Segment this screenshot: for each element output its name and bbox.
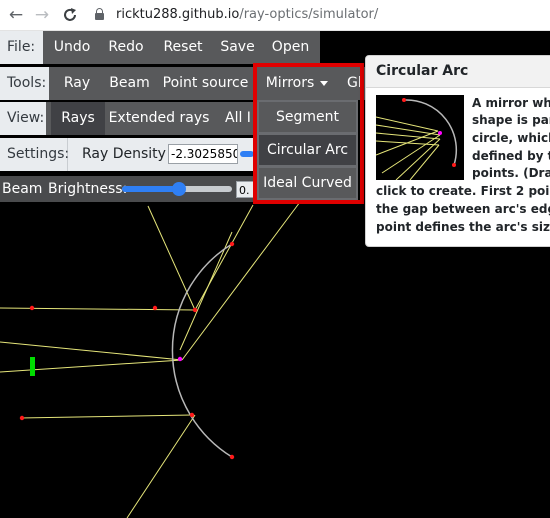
ray-line bbox=[0, 307, 196, 311]
point-source-tool-button[interactable]: Point source bbox=[157, 67, 254, 100]
reset-button[interactable]: Reset bbox=[152, 31, 214, 64]
circular-arc-preview-image bbox=[376, 95, 464, 180]
tooltip-text-line-5: points. (Drag bbox=[472, 166, 550, 180]
reload-arrow-icon bbox=[64, 8, 76, 21]
arc-midpoint-handle bbox=[177, 356, 183, 362]
tooltip-text-line-4: defined by thr bbox=[472, 149, 550, 163]
beam-tool-button[interactable]: Beam bbox=[102, 67, 157, 100]
view-row-label: View: bbox=[0, 102, 46, 135]
ray-density-input[interactable]: -2.3025850 bbox=[168, 144, 238, 164]
forward-arrow-icon[interactable]: → bbox=[32, 5, 52, 25]
tooltip-text-line-2: shape is part bbox=[472, 113, 550, 127]
redo-button[interactable]: Redo bbox=[100, 31, 152, 64]
ray-density-slider[interactable] bbox=[240, 151, 254, 157]
mirrors-highlight-box bbox=[253, 63, 364, 204]
control-point bbox=[29, 305, 35, 311]
browser-address-bar: ← → ricktu288.github.io/ray-optics/simul… bbox=[0, 0, 550, 31]
settings-row-label: Settings: bbox=[0, 138, 69, 171]
reload-icon[interactable] bbox=[60, 5, 80, 25]
ray-line bbox=[19, 414, 193, 419]
brightness-label: Brightness: bbox=[48, 181, 128, 197]
open-button[interactable]: Open bbox=[261, 31, 320, 64]
control-point bbox=[19, 415, 25, 421]
ray-line bbox=[147, 205, 196, 311]
ray-line bbox=[0, 341, 183, 361]
tools-row-label: Tools: bbox=[0, 67, 49, 100]
circular-arc-mirror bbox=[171, 243, 233, 458]
tooltip-text-line-1: A mirror whos bbox=[472, 96, 550, 110]
ray-line bbox=[194, 204, 254, 311]
control-point bbox=[192, 307, 198, 313]
lock-icon[interactable] bbox=[95, 8, 104, 20]
save-button[interactable]: Save bbox=[214, 31, 261, 64]
brightness-toolbar: Beam Brightness: 0. bbox=[0, 176, 256, 202]
url-field[interactable]: ricktu288.github.io/ray-optics/simulator… bbox=[116, 7, 378, 22]
tooltip-header: Circular Arc bbox=[366, 56, 550, 88]
file-row-label: File: bbox=[0, 31, 43, 64]
beam-source-marker bbox=[30, 357, 35, 376]
control-point bbox=[229, 241, 235, 247]
tooltip-title: Circular Arc bbox=[376, 63, 469, 79]
url-host: ricktu288.github.io bbox=[116, 7, 240, 22]
back-arrow-icon[interactable]: ← bbox=[6, 5, 26, 25]
view-toolbar: View: Rays Extended rays All I bbox=[0, 102, 255, 135]
settings-toolbar: Settings: Ray Density : -2.3025850 bbox=[0, 138, 256, 171]
rays-view-button[interactable]: Rays bbox=[51, 102, 105, 135]
ray-line bbox=[0, 359, 183, 373]
tooltip-text-line-7: the gap between arc's edges, t bbox=[376, 202, 550, 216]
tooltip-text-line-6: click to create. First 2 points d bbox=[376, 184, 550, 198]
file-toolbar: File: Undo Redo Reset Save Open bbox=[0, 31, 320, 64]
extended-rays-view-button[interactable]: Extended rays bbox=[105, 102, 213, 135]
all-images-view-button[interactable]: All I bbox=[213, 102, 255, 135]
simulator-page: ← → ricktu288.github.io/ray-optics/simul… bbox=[0, 0, 550, 518]
circular-arc-tooltip: Circular Arc A mirror whos shape is part… bbox=[365, 55, 550, 247]
control-point bbox=[152, 305, 158, 311]
tooltip-text-line-3: circle, which i bbox=[472, 131, 550, 145]
undo-button[interactable]: Undo bbox=[44, 31, 100, 64]
ray-density-label: Ray Density : bbox=[82, 146, 176, 162]
control-point bbox=[189, 412, 195, 418]
tooltip-text-line-8: point defines the arc's size.) bbox=[376, 220, 550, 234]
brightness-slider[interactable] bbox=[122, 182, 232, 196]
brightness-slider-fill bbox=[122, 186, 180, 192]
control-point bbox=[229, 454, 235, 460]
ray-line bbox=[126, 414, 196, 518]
brightness-slider-thumb[interactable] bbox=[172, 182, 187, 196]
url-path: /ray-optics/simulator/ bbox=[239, 7, 379, 22]
beam-label: Beam bbox=[2, 181, 43, 197]
ray-tool-button[interactable]: Ray bbox=[52, 67, 102, 100]
